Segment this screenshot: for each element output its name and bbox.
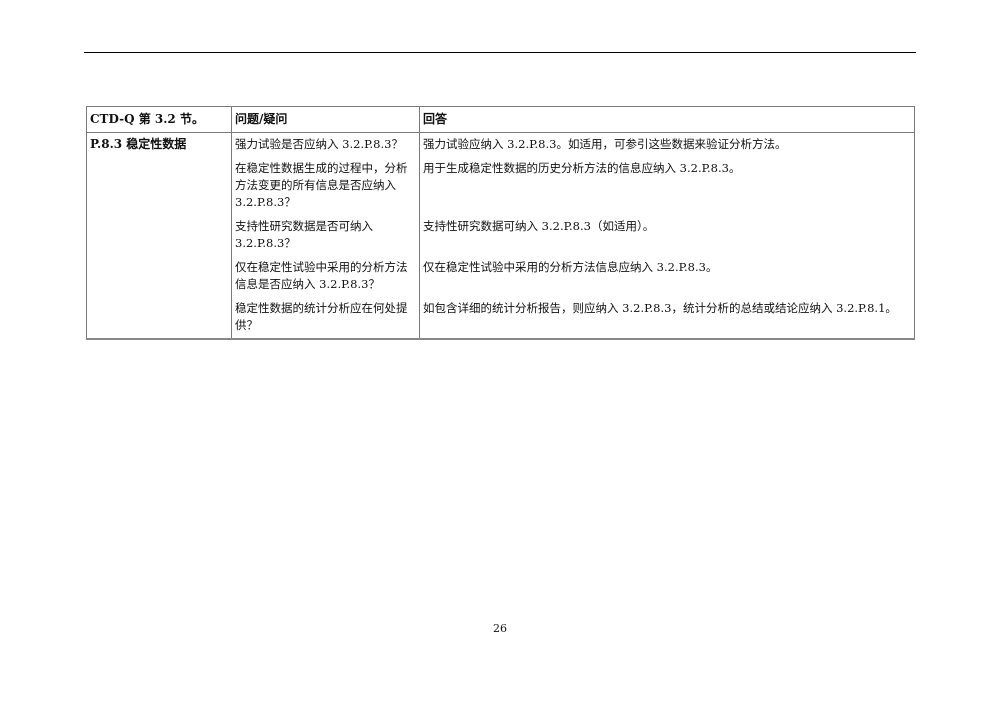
qa-table: CTD-Q 第 3.2 节。 问题/疑问 回答 P.8.3 稳定性数据 强力试验… [86,106,915,340]
header-rule [84,52,916,53]
answer-cell: 支持性研究数据可纳入 3.2.P.8.3（如适用）。 [419,215,915,256]
question-cell: 支持性研究数据是否可纳入 3.2.P.8.3？ [231,215,420,256]
section-label: P.8.3 稳定性数据 [86,132,232,340]
question-cell: 稳定性数据的统计分析应在何处提供？ [231,297,420,340]
table-row: P.8.3 稳定性数据 强力试验是否应纳入 3.2.P.8.3？ 强力试验应纳入… [86,132,915,340]
header-section: CTD-Q 第 3.2 节。 [86,106,232,133]
answer-cell: 强力试验应纳入 3.2.P.8.3。如适用，可参引这些数据来验证分析方法。 [419,132,915,157]
answer-cell: 用于生成稳定性数据的历史分析方法的信息应纳入 3.2.P.8.3。 [419,157,915,215]
table-header-row: CTD-Q 第 3.2 节。 问题/疑问 回答 [86,106,915,133]
question-cell: 仅在稳定性试验中采用的分析方法信息是否应纳入 3.2.P.8.3？ [231,256,420,297]
question-cell: 在稳定性数据生成的过程中，分析方法变更的所有信息是否应纳入 3.2.P.8.3？ [231,157,420,215]
header-answer: 回答 [419,106,915,133]
page-number: 26 [493,622,507,635]
header-question: 问题/疑问 [231,106,420,133]
answer-cell: 如包含详细的统计分析报告，则应纳入 3.2.P.8.3，统计分析的总结或结论应纳… [419,297,915,340]
question-cell: 强力试验是否应纳入 3.2.P.8.3？ [231,132,420,157]
answer-cell: 仅在稳定性试验中采用的分析方法信息应纳入 3.2.P.8.3。 [419,256,915,297]
